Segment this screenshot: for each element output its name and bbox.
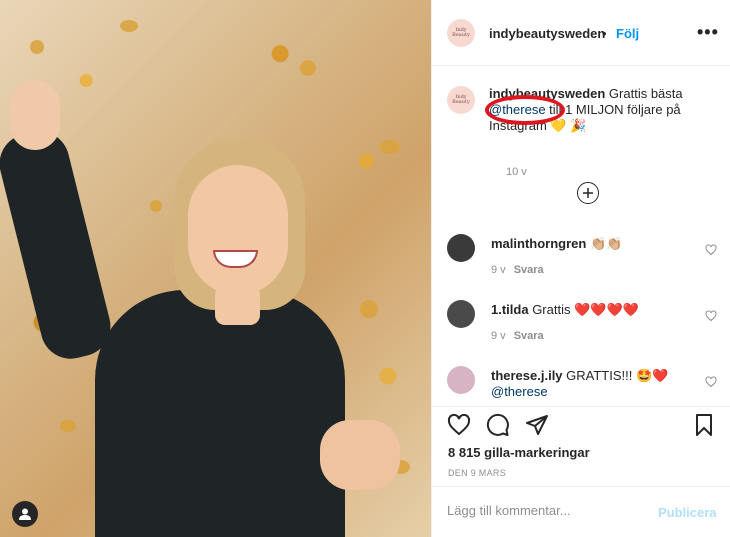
caption-timestamp[interactable]: 10 v [506, 166, 527, 178]
mention-link[interactable]: @therese [489, 102, 546, 117]
plus-icon [583, 188, 593, 198]
caption-emojis: 💛 🎉 [546, 118, 587, 133]
comment-body: 👏🏼👏🏼 [586, 236, 623, 251]
comment-item: therese.j.ily GRATTIS!!! 🤩❤️ @therese [447, 366, 717, 406]
comment-meta: 9 v Svara [491, 330, 544, 342]
confetti-decoration [120, 20, 138, 32]
comment-text: malinthorngren 👏🏼👏🏼 [491, 236, 696, 252]
heart-icon[interactable] [705, 376, 717, 388]
avatar[interactable] [447, 300, 475, 328]
bookmark-icon[interactable] [692, 413, 716, 437]
avatar-text: Indy Beauty [452, 27, 470, 38]
person-face [188, 165, 288, 295]
confetti-decoration [150, 200, 162, 212]
comment-body: Grattis ❤️❤️❤️❤️ [528, 302, 639, 317]
reply-button[interactable]: Svara [514, 330, 544, 342]
confetti-decoration [60, 420, 76, 432]
mention-link[interactable]: @therese [491, 384, 548, 399]
post-actions: 8 815 gilla-markeringar DEN 9 MARS [432, 406, 730, 486]
tagged-users-button[interactable] [12, 501, 38, 527]
comment-item: 1.tilda Grattis ❤️❤️❤️❤️ 9 v Svara [447, 300, 717, 360]
comment-item: malinthorngren 👏🏼👏🏼 9 v Svara [447, 234, 717, 294]
reply-button[interactable]: Svara [514, 264, 544, 276]
person-hand [320, 420, 400, 490]
user-icon [19, 508, 31, 520]
likes-count[interactable]: 8 815 gilla-markeringar [448, 445, 590, 460]
confetti-decoration [300, 60, 316, 76]
avatar-text: Indy Beauty [452, 94, 470, 105]
person-body [95, 290, 345, 537]
heart-icon[interactable] [705, 310, 717, 322]
person-arm [0, 124, 117, 366]
comment-timestamp[interactable]: 9 v [491, 330, 506, 342]
confetti-decoration [360, 300, 378, 318]
caption-text: indybeautysweden Grattis bästa @therese … [489, 86, 699, 134]
like-heart-icon[interactable] [447, 413, 471, 437]
caption-username-link[interactable]: indybeautysweden [489, 86, 605, 101]
post-header: Indy Beauty indybeautysweden • Följ ••• [432, 0, 730, 66]
avatar[interactable] [447, 366, 475, 394]
comment-meta: 9 v Svara [491, 264, 544, 276]
person-neck [215, 285, 260, 325]
post-photo[interactable] [0, 0, 431, 537]
post-details-panel: Indy Beauty indybeautysweden • Följ ••• … [431, 0, 730, 537]
comments-section[interactable]: Indy Beauty indybeautysweden Grattis bäs… [432, 66, 730, 406]
confetti-decoration [30, 40, 44, 54]
comment-body: GRATTIS!!! 🤩❤️ [562, 368, 669, 383]
separator-dot: • [602, 26, 607, 41]
person-hand [10, 80, 60, 150]
publish-button[interactable]: Publicera [658, 505, 717, 520]
avatar[interactable]: Indy Beauty [447, 19, 475, 47]
comment-input[interactable] [447, 503, 647, 518]
comment-username-link[interactable]: therese.j.ily [491, 368, 563, 383]
post-date[interactable]: DEN 9 MARS [448, 468, 506, 478]
add-comment-bar: Publicera [432, 486, 730, 537]
avatar[interactable]: Indy Beauty [447, 86, 475, 114]
account-name-link[interactable]: indybeautysweden [489, 26, 605, 41]
comment-icon[interactable] [486, 413, 510, 437]
comment-timestamp[interactable]: 9 v [491, 264, 506, 276]
comment-username-link[interactable]: malinthorngren [491, 236, 586, 251]
comment-text: 1.tilda Grattis ❤️❤️❤️❤️ [491, 302, 696, 318]
caption-body: Grattis bästa [605, 86, 683, 101]
comment-username-link[interactable]: 1.tilda [491, 302, 529, 317]
follow-button[interactable]: Följ [616, 26, 639, 41]
more-options-icon[interactable]: ••• [697, 22, 719, 43]
avatar[interactable] [447, 234, 475, 262]
load-more-comments-button[interactable] [577, 182, 599, 204]
heart-icon[interactable] [705, 244, 717, 256]
confetti-decoration [380, 140, 400, 154]
share-icon[interactable] [525, 413, 549, 437]
comment-text: therese.j.ily GRATTIS!!! 🤩❤️ @therese [491, 368, 696, 400]
